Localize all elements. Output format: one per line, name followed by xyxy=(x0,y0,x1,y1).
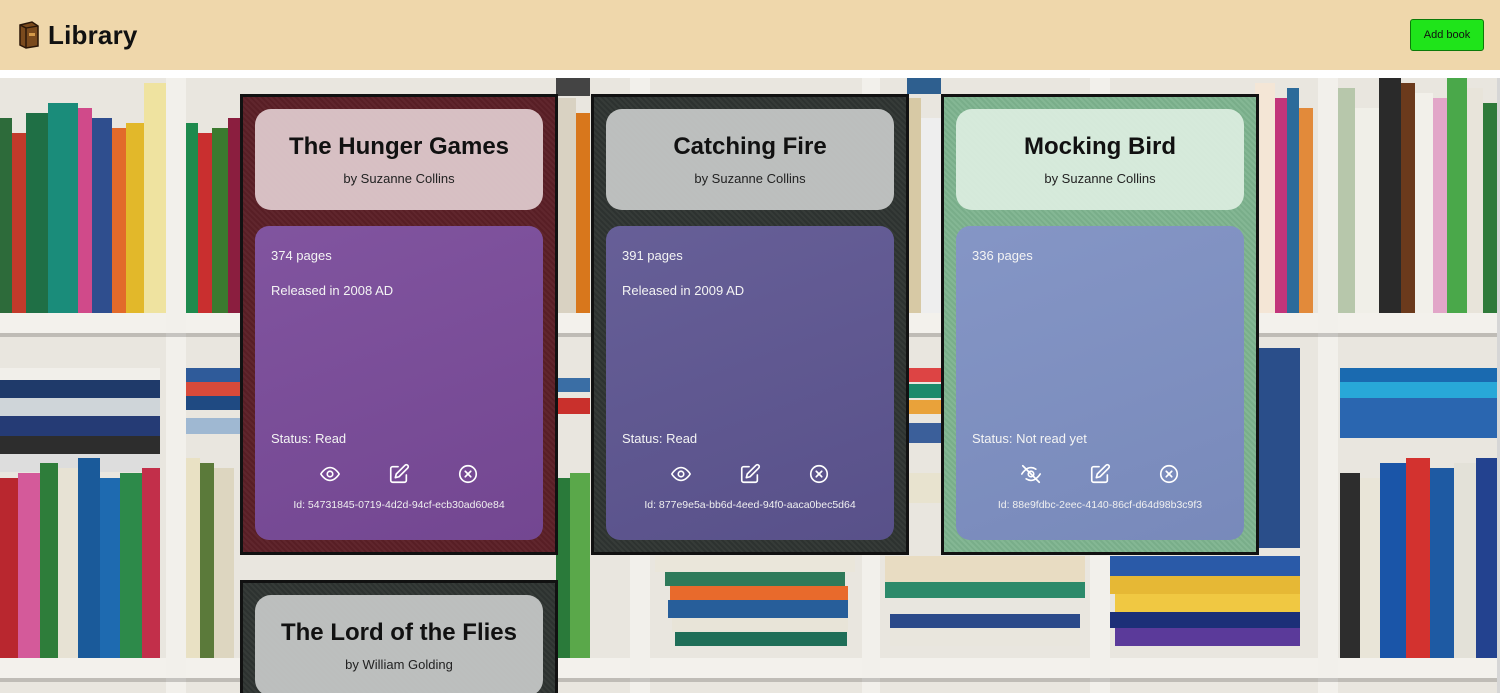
book-id: Id: 54731845-0719-4d2d-94cf-ecb30ad60e84 xyxy=(293,499,505,511)
book-status: Status: Not read yet xyxy=(972,431,1087,446)
delete-icon[interactable] xyxy=(457,463,479,485)
eye-icon[interactable] xyxy=(670,463,692,485)
book-id: Id: 88e9fdbc-2eec-4140-86cf-d64d98b3c9f3 xyxy=(997,499,1203,511)
book-author: by William Golding xyxy=(345,657,453,672)
book-info: 336 pages Status: Not read yet Id: 88e9f… xyxy=(956,226,1244,540)
header-divider xyxy=(0,70,1500,78)
brand: Library xyxy=(16,20,138,51)
book-info: 391 pages Released in 2009 AD Status: Re… xyxy=(606,226,894,540)
delete-icon[interactable] xyxy=(1158,463,1180,485)
book-title-box: Mocking Bird by Suzanne Collins xyxy=(956,109,1244,210)
eye-icon[interactable] xyxy=(319,463,341,485)
book-icon xyxy=(19,21,39,49)
book-release: Released in 2008 AD xyxy=(271,283,394,298)
edit-icon[interactable] xyxy=(388,463,410,485)
book-author: by Suzanne Collins xyxy=(1044,171,1156,186)
book-title: The Lord of the Flies xyxy=(280,619,517,646)
book-pages: 374 pages xyxy=(271,248,332,263)
book-title: Mocking Bird xyxy=(1023,133,1176,160)
book-card: Catching Fire by Suzanne Collins 391 pag… xyxy=(591,94,909,555)
book-title-box: Catching Fire by Suzanne Collins xyxy=(606,109,894,210)
book-actions xyxy=(606,463,894,485)
add-book-button[interactable]: Add book xyxy=(1410,19,1484,51)
book-card: The Hunger Games by Suzanne Collins 374 … xyxy=(240,94,558,555)
book-author: by Suzanne Collins xyxy=(343,171,455,186)
book-title: Catching Fire xyxy=(673,133,827,160)
book-status: Status: Read xyxy=(622,431,698,446)
delete-icon[interactable] xyxy=(808,463,830,485)
book-release: Released in 2009 AD xyxy=(622,283,745,298)
page-title: Library xyxy=(48,19,138,50)
edit-icon[interactable] xyxy=(1089,463,1111,485)
book-title: The Hunger Games xyxy=(288,133,510,160)
book-title-box: The Lord of the Flies by William Golding xyxy=(255,595,543,693)
book-id: Id: 877e9e5a-bb6d-4eed-94f0-aaca0bec5d64 xyxy=(644,499,856,511)
app-header: Library Add book xyxy=(0,0,1500,70)
book-card: Mocking Bird by Suzanne Collins 336 page… xyxy=(941,94,1259,555)
book-info: 374 pages Released in 2008 AD Status: Re… xyxy=(255,226,543,540)
book-title-box: The Hunger Games by Suzanne Collins xyxy=(255,109,543,210)
book-actions xyxy=(255,463,543,485)
book-actions xyxy=(956,463,1244,485)
edit-icon[interactable] xyxy=(739,463,761,485)
book-author: by Suzanne Collins xyxy=(694,171,806,186)
book-pages: 391 pages xyxy=(622,248,683,263)
book-card: The Lord of the Flies by William Golding xyxy=(240,580,558,693)
book-pages: 336 pages xyxy=(972,248,1033,263)
eye-off-icon[interactable] xyxy=(1020,463,1042,485)
book-status: Status: Read xyxy=(271,431,347,446)
